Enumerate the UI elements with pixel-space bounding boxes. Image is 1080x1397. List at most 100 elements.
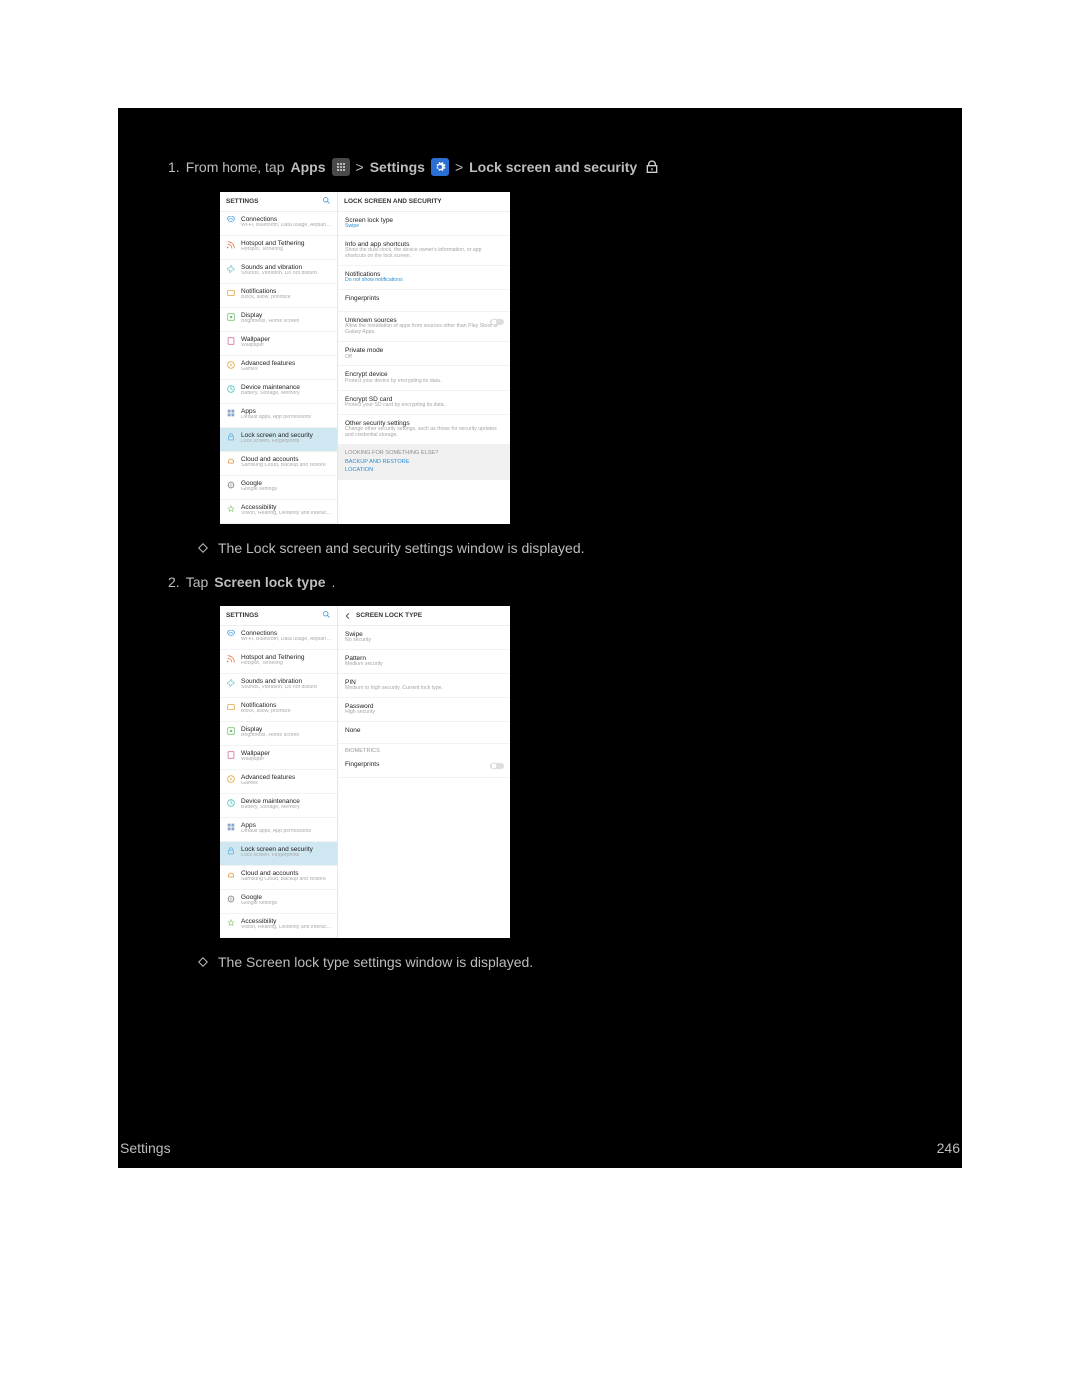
detail-row[interactable]: Fingerprints xyxy=(338,290,510,312)
apps-label: Apps xyxy=(291,159,326,175)
apps-icon xyxy=(332,158,350,176)
sidebar-item[interactable]: NotificationsBlock, allow, prioritize xyxy=(220,698,337,722)
sidebar-item[interactable]: ConnectionsWi-Fi, Bluetooth, Data usage,… xyxy=(220,212,337,236)
sidebar-item[interactable]: AppsDefault apps, App permissions xyxy=(220,818,337,842)
sidebar-item-title: Sounds and vibration xyxy=(241,264,333,271)
sidebar-item[interactable]: Lock screen and securityLock screen, Fin… xyxy=(220,842,337,866)
sidebar-icon xyxy=(226,750,236,760)
sidebar-icon xyxy=(226,240,236,250)
detail-row[interactable]: Info and app shortcutsShow the dual cloc… xyxy=(338,236,510,266)
sidebar-item[interactable]: GoogleGoogle settings xyxy=(220,476,337,500)
biometrics-section-label: BIOMETRICS xyxy=(338,744,510,756)
sidebar-item-title: Notifications xyxy=(241,702,333,709)
sidebar-item[interactable]: Cloud and accountsSamsung Cloud, Backup … xyxy=(220,866,337,890)
sidebar-item-sub: Block, allow, prioritize xyxy=(241,709,333,715)
sidebar-item[interactable]: Sounds and vibrationSounds, Vibration, D… xyxy=(220,260,337,284)
search-icon[interactable] xyxy=(322,610,331,621)
sidebar-item-title: Accessibility xyxy=(241,918,333,925)
screenshot-1: SETTINGS ConnectionsWi-Fi, Bluetooth, Da… xyxy=(220,192,510,524)
toggle-icon[interactable] xyxy=(490,318,504,326)
sidebar-item[interactable]: AccessibilityVision, Hearing, Dexterity … xyxy=(220,500,337,524)
detail-sub: Do not show notifications xyxy=(345,278,503,284)
sidebar-item[interactable]: Cloud and accountsSamsung Cloud, Backup … xyxy=(220,452,337,476)
detail-row[interactable]: PasswordHigh security xyxy=(338,698,510,722)
sidebar-item-title: Hotspot and Tethering xyxy=(241,240,333,247)
sidebar-item-sub: Wi-Fi, Bluetooth, Data usage, Airplane m… xyxy=(241,223,333,229)
sidebar-item[interactable]: Device maintenanceBattery, Storage, Memo… xyxy=(220,794,337,818)
detail-row[interactable]: Private modeOff xyxy=(338,342,510,366)
sidebar-item[interactable]: DisplayBrightness, Home screen xyxy=(220,308,337,332)
back-icon[interactable] xyxy=(344,612,352,620)
sidebar-icon xyxy=(226,822,236,832)
sidebar-icon xyxy=(226,726,236,736)
sidebar-item-title: Notifications xyxy=(241,288,333,295)
sidebar-item[interactable]: Advanced featuresGames xyxy=(220,770,337,794)
sidebar-item[interactable]: GoogleGoogle settings xyxy=(220,890,337,914)
looking-link[interactable]: LOCATION xyxy=(345,467,503,473)
detail-row[interactable]: Encrypt SD cardProtect your SD card by e… xyxy=(338,391,510,415)
detail-row[interactable]: SwipeNo security xyxy=(338,626,510,650)
sidebar-item[interactable]: DisplayBrightness, Home screen xyxy=(220,722,337,746)
sidebar-item-sub: Default apps, App permissions xyxy=(241,415,333,421)
sidebar-item[interactable]: AppsDefault apps, App permissions xyxy=(220,404,337,428)
screen-lock-type-panel: SCREEN LOCK TYPE SwipeNo securityPattern… xyxy=(338,606,510,938)
toggle-icon[interactable] xyxy=(490,762,504,770)
sidebar-item-sub: Lock screen, Fingerprints xyxy=(241,439,333,445)
sidebar-item[interactable]: AccessibilityVision, Hearing, Dexterity … xyxy=(220,914,337,938)
sidebar-item-title: Sounds and vibration xyxy=(241,678,333,685)
looking-for-box: LOOKING FOR SOMETHING ELSE? BACKUP AND R… xyxy=(338,445,510,480)
settings-sidebar: SETTINGS ConnectionsWi-Fi, Bluetooth, Da… xyxy=(220,192,338,524)
sidebar-icon xyxy=(226,408,236,418)
detail-row[interactable]: Other security settingsChange other secu… xyxy=(338,415,510,445)
sidebar-icon xyxy=(226,480,236,490)
detail-sub: Off xyxy=(345,355,503,361)
detail-row[interactable]: PatternMedium security xyxy=(338,650,510,674)
detail-row[interactable]: NotificationsDo not show notifications xyxy=(338,266,510,290)
sidebar-item-sub: Lock screen, Fingerprints xyxy=(241,853,333,859)
sidebar-icon xyxy=(226,216,236,226)
detail-sub: Swipe xyxy=(345,224,503,230)
sidebar-item-title: Advanced features xyxy=(241,360,333,367)
detail-row[interactable]: PINMedium to high security. Current lock… xyxy=(338,674,510,698)
sidebar-item-title: Device maintenance xyxy=(241,384,333,391)
looking-link[interactable]: BACKUP AND RESTORE xyxy=(345,459,503,465)
sidebar-item-sub: Block, allow, prioritize xyxy=(241,295,333,301)
sidebar-item[interactable]: Hotspot and TetheringHotspot, Tethering xyxy=(220,650,337,674)
search-icon[interactable] xyxy=(322,196,331,207)
detail-row[interactable]: Unknown sourcesAllow the installation of… xyxy=(338,312,510,342)
separator: > xyxy=(356,159,364,175)
sidebar-icon xyxy=(226,288,236,298)
sidebar-item[interactable]: WallpaperWallpaper xyxy=(220,332,337,356)
sidebar-icon xyxy=(226,630,236,640)
sidebar-item[interactable]: Sounds and vibrationSounds, Vibration, D… xyxy=(220,674,337,698)
sidebar-item[interactable]: Hotspot and TetheringHotspot, Tethering xyxy=(220,236,337,260)
sidebar-item[interactable]: WallpaperWallpaper xyxy=(220,746,337,770)
sidebar-item[interactable]: ConnectionsWi-Fi, Bluetooth, Data usage,… xyxy=(220,626,337,650)
sidebar-item-title: Lock screen and security xyxy=(241,846,333,853)
sidebar-item-title: Advanced features xyxy=(241,774,333,781)
sidebar-item[interactable]: NotificationsBlock, allow, prioritize xyxy=(220,284,337,308)
detail-sub: Protect your SD card by encrypting its d… xyxy=(345,403,503,409)
detail-row[interactable]: Screen lock typeSwipe xyxy=(338,212,510,236)
sidebar-item[interactable]: Device maintenanceBattery, Storage, Memo… xyxy=(220,380,337,404)
footer-section: Settings xyxy=(120,1140,171,1156)
suffix: . xyxy=(332,574,336,590)
result-bullet-1: The Lock screen and security settings wi… xyxy=(198,540,912,556)
sidebar-item-sub: Brightness, Home screen xyxy=(241,319,333,325)
sidebar-item-title: Cloud and accounts xyxy=(241,870,333,877)
sidebar-header: SETTINGS xyxy=(226,612,259,619)
detail-row[interactable]: None xyxy=(338,722,510,744)
settings-sidebar: SETTINGS ConnectionsWi-Fi, Bluetooth, Da… xyxy=(220,606,338,938)
sidebar-icon xyxy=(226,432,236,442)
panel-header: SCREEN LOCK TYPE xyxy=(356,612,422,619)
sidebar-item[interactable]: Lock screen and securityLock screen, Fin… xyxy=(220,428,337,452)
detail-row[interactable]: Encrypt deviceProtect your device by enc… xyxy=(338,366,510,390)
detail-sub: Allow the installation of apps from sour… xyxy=(345,324,503,336)
sidebar-icon xyxy=(226,336,236,346)
detail-title: Screen lock type xyxy=(345,217,503,224)
result-bullet-2: The Screen lock type settings window is … xyxy=(198,954,912,970)
detail-row[interactable]: Fingerprints xyxy=(338,756,510,778)
step-text: From home, tap xyxy=(186,159,285,175)
screenshot-2: SETTINGS ConnectionsWi-Fi, Bluetooth, Da… xyxy=(220,606,510,938)
sidebar-item[interactable]: Advanced featuresGames xyxy=(220,356,337,380)
